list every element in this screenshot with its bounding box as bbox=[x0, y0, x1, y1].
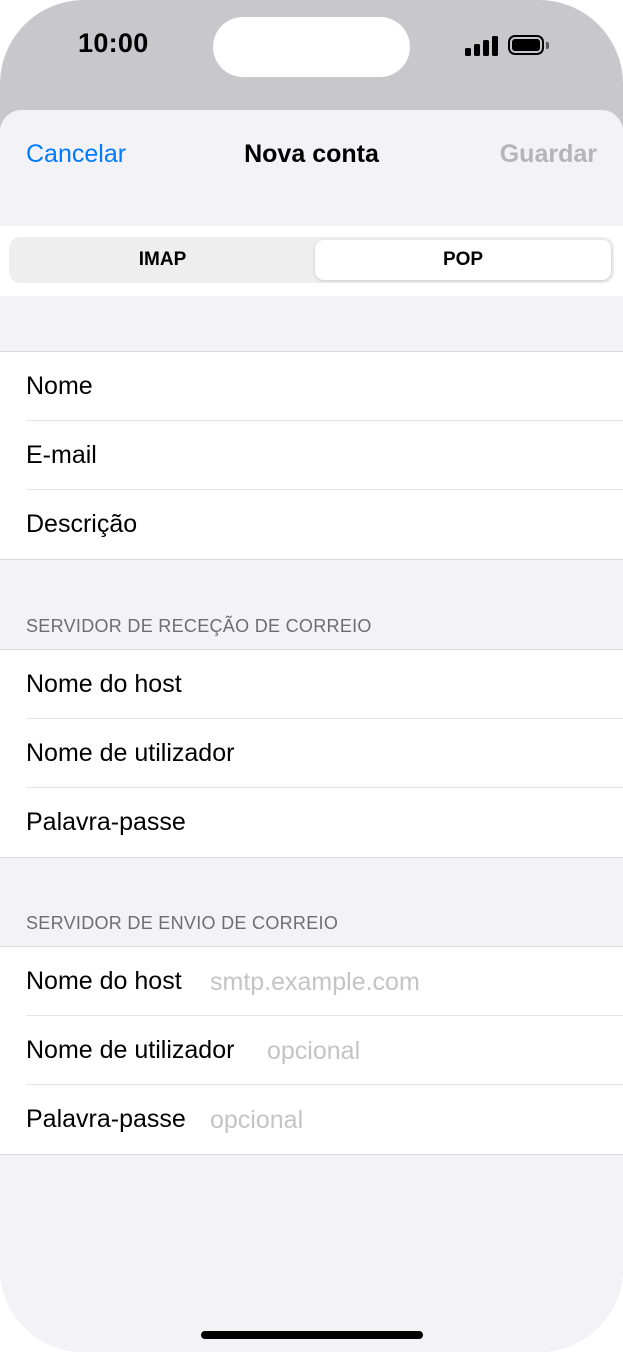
account-info-group: Nome E-mail Descrição bbox=[0, 351, 623, 560]
name-row[interactable]: Nome bbox=[26, 352, 623, 421]
email-label: E-mail bbox=[26, 441, 97, 469]
outgoing-server-group: Nome do host Nome de utilizador Palavra-… bbox=[0, 946, 623, 1155]
new-account-sheet: Cancelar Nova conta Guardar IMAP POP Nom… bbox=[0, 110, 623, 1352]
incoming-host-row[interactable]: Nome do host bbox=[26, 650, 623, 719]
account-type-segmented-control: IMAP POP bbox=[9, 237, 614, 283]
segment-pop[interactable]: POP bbox=[315, 240, 611, 280]
description-row[interactable]: Descrição bbox=[26, 490, 623, 559]
outgoing-username-label: Nome de utilizador bbox=[26, 1036, 235, 1064]
outgoing-host-label: Nome do host bbox=[26, 967, 182, 995]
outgoing-password-label: Palavra-passe bbox=[26, 1105, 186, 1133]
outgoing-host-row[interactable]: Nome do host bbox=[26, 947, 623, 1016]
segment-imap[interactable]: IMAP bbox=[12, 240, 313, 280]
status-time: 10:00 bbox=[78, 28, 149, 58]
outgoing-password-row[interactable]: Palavra-passe bbox=[26, 1085, 623, 1154]
incoming-username-row[interactable]: Nome de utilizador bbox=[26, 719, 623, 788]
cellular-signal-icon bbox=[465, 35, 499, 56]
battery-icon bbox=[508, 35, 544, 55]
incoming-password-label: Palavra-passe bbox=[26, 808, 186, 836]
description-label: Descrição bbox=[26, 510, 138, 538]
outgoing-host-input[interactable] bbox=[210, 965, 570, 999]
incoming-server-header: SERVIDOR DE RECEÇÃO DE CORREIO bbox=[26, 616, 372, 636]
email-row[interactable]: E-mail bbox=[26, 421, 623, 490]
phone-screen: 10:00 Cancelar Nova conta Guardar IMAP P… bbox=[0, 0, 623, 1352]
outgoing-username-input[interactable] bbox=[267, 1034, 597, 1068]
home-indicator[interactable] bbox=[201, 1331, 423, 1339]
outgoing-password-input[interactable] bbox=[210, 1103, 570, 1137]
incoming-username-label: Nome de utilizador bbox=[26, 739, 235, 767]
incoming-server-group: Nome do host Nome de utilizador Palavra-… bbox=[0, 649, 623, 858]
outgoing-username-row[interactable]: Nome de utilizador bbox=[26, 1016, 623, 1085]
save-button[interactable]: Guardar bbox=[500, 140, 597, 169]
account-type-bar: IMAP POP bbox=[0, 226, 623, 296]
navigation-bar: Cancelar Nova conta Guardar bbox=[0, 110, 623, 226]
battery-tip bbox=[546, 42, 549, 49]
outgoing-server-header: SERVIDOR DE ENVIO DE CORREIO bbox=[26, 913, 339, 933]
incoming-host-label: Nome do host bbox=[26, 670, 182, 698]
name-label: Nome bbox=[26, 372, 93, 400]
status-bar: 10:00 bbox=[0, 0, 623, 100]
incoming-password-row[interactable]: Palavra-passe bbox=[26, 788, 623, 857]
dynamic-island bbox=[213, 17, 410, 77]
